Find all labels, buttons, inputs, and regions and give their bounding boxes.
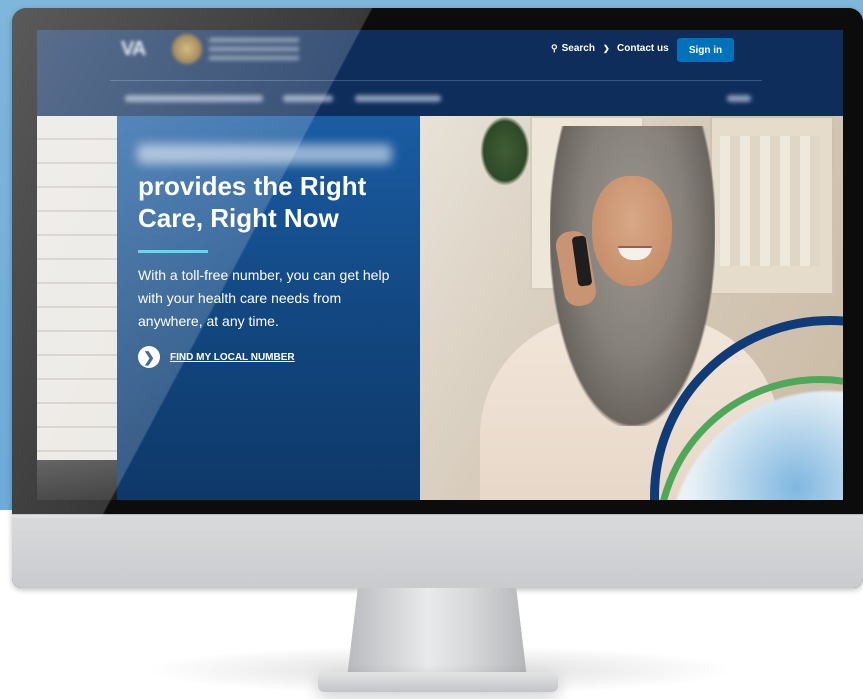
nav-item-blurred[interactable] [355,95,441,102]
search-icon: ⚲ [551,43,558,53]
nav-item-blurred[interactable] [727,95,751,102]
hero-photo [420,116,843,500]
nav-item-blurred[interactable] [283,95,333,102]
glass-shelf-image [720,136,820,266]
monitor-stand [347,588,527,678]
nav-item-blurred[interactable] [125,95,263,102]
find-local-number-link[interactable]: ❯ FIND MY LOCAL NUMBER [138,346,295,368]
screen: VA ⚲ Search ❯ Contact us Sign in provide… [37,30,843,500]
monitor-base [318,672,558,692]
search-button[interactable]: ⚲ Search ❯ [551,43,610,54]
monitor-chin [12,514,863,588]
plant-image [480,116,530,186]
header-divider [110,80,762,81]
cta-label: FIND MY LOCAL NUMBER [170,351,295,363]
accent-bar [138,250,208,253]
department-name-blurred [209,38,299,60]
chevron-down-icon: ❯ [602,44,610,53]
va-logo[interactable]: VA [121,38,146,61]
chevron-right-circle-icon: ❯ [138,346,160,368]
headline-blurred [137,144,392,164]
sign-in-button[interactable]: Sign in [677,38,734,62]
contact-us-link[interactable]: Contact us [617,43,669,54]
hero-headline: provides the Right Care, Right Now [138,171,367,233]
hero-description: With a toll-free number, you can get hel… [138,267,390,329]
woman-face [592,176,672,286]
hero-section: provides the Right Care, Right Now With … [37,116,843,500]
search-label: Search [561,43,595,54]
department-seal-icon [172,34,202,64]
site-header: VA ⚲ Search ❯ Contact us Sign in [37,30,843,116]
monitor: VA ⚲ Search ❯ Contact us Sign in provide… [12,8,863,588]
